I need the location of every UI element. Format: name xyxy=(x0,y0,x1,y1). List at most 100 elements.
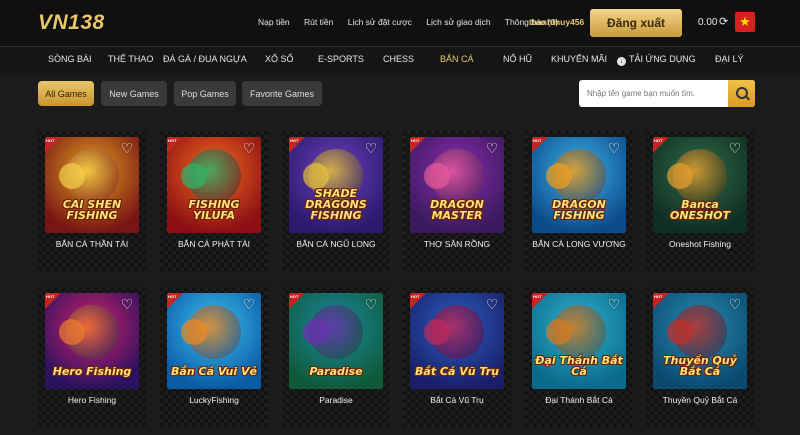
hot-badge-label: HOT xyxy=(290,138,299,143)
search-button[interactable] xyxy=(728,80,755,107)
favorite-heart-icon[interactable]: ♡ xyxy=(120,141,134,155)
game-card[interactable]: Đại Thánh Bắt Cá HOT ♡ Đại Thánh Bắt Cá xyxy=(525,287,633,427)
game-thumbnail[interactable]: Thuyền Quỷ Bắt Cá HOT ♡ xyxy=(653,293,747,389)
favorite-heart-icon[interactable]: ♡ xyxy=(242,141,256,155)
favorite-heart-icon[interactable]: ♡ xyxy=(364,297,378,311)
top-header: VN138 Nạp tiền Rút tiền Lịch sử đặt cược… xyxy=(0,0,800,47)
game-card[interactable]: Hero Fishing HOT ♡ Hero Fishing xyxy=(38,287,146,427)
favorite-heart-icon[interactable]: ♡ xyxy=(364,141,378,155)
favorite-heart-icon[interactable]: ♡ xyxy=(485,141,499,155)
game-decor-art xyxy=(59,319,85,345)
hot-badge-label: HOT xyxy=(46,294,55,299)
favorite-heart-icon[interactable]: ♡ xyxy=(607,297,621,311)
nav-lottery[interactable]: XỔ SỐ xyxy=(265,54,294,64)
favorite-heart-icon[interactable]: ♡ xyxy=(242,297,256,311)
game-decor-art xyxy=(303,163,329,189)
game-card[interactable]: Bắt Cá Vũ Trụ HOT ♡ Bắt Cá Vũ Trụ xyxy=(403,287,511,427)
game-thumbnail[interactable]: Bắn Cá Vui Vẻ HOT ♡ xyxy=(167,293,261,389)
balance-amount: 0.00 xyxy=(698,17,718,28)
game-logo-text: Paradise xyxy=(309,365,363,378)
favorite-heart-icon[interactable]: ♡ xyxy=(607,141,621,155)
nav-casino[interactable]: SÒNG BÀI xyxy=(48,54,92,64)
game-decor-art xyxy=(546,163,572,189)
game-thumbnail[interactable]: CAI SHEN FISHING HOT ♡ xyxy=(45,137,139,233)
game-card[interactable]: DRAGON MASTER HOT ♡ THỢ SĂN RỒNG xyxy=(403,131,511,271)
nav-promotions[interactable]: KHUYẾN MÃI xyxy=(551,54,607,64)
hot-badge-label: HOT xyxy=(411,294,420,299)
game-name: BẮN CÁ PHÁT TÀI xyxy=(178,239,250,249)
game-card[interactable]: CAI SHEN FISHING HOT ♡ BẮN CÁ THẦN TÀI xyxy=(38,131,146,271)
filter-all-games[interactable]: All Games xyxy=(38,81,94,106)
game-thumbnail[interactable]: Đại Thánh Bắt Cá HOT ♡ xyxy=(532,293,626,389)
filter-favorite-games[interactable]: Favorite Games xyxy=(242,81,322,106)
game-name: Thuyền Quỷ Bắt Cá xyxy=(662,395,738,405)
game-name: Bắt Cá Vũ Trụ xyxy=(430,395,484,405)
game-logo-text: Đại Thánh Bắt Cá xyxy=(535,354,623,378)
game-thumbnail[interactable]: SHADE DRAGONS FISHING HOT ♡ xyxy=(289,137,383,233)
game-card[interactable]: Thuyền Quỷ Bắt Cá HOT ♡ Thuyền Quỷ Bắt Cá xyxy=(646,287,754,427)
refresh-icon[interactable]: ⟳ xyxy=(719,15,728,28)
game-name: LuckyFishing xyxy=(189,395,239,405)
game-search xyxy=(579,80,755,107)
filter-pop-games[interactable]: Pop Games xyxy=(174,81,236,106)
game-decor-art xyxy=(546,319,572,345)
search-input[interactable] xyxy=(587,80,727,107)
game-thumbnail[interactable]: Bắt Cá Vũ Trụ HOT ♡ xyxy=(410,293,504,389)
nav-esports[interactable]: E-SPORTS xyxy=(318,54,364,64)
nav-cockfight-racing[interactable]: ĐÁ GÀ / ĐUA NGỰA xyxy=(163,54,247,64)
game-thumbnail[interactable]: DRAGON MASTER HOT ♡ xyxy=(410,137,504,233)
account-links: Nạp tiền Rút tiền Lịch sử đặt cược Lịch … xyxy=(258,17,570,27)
filter-new-games[interactable]: New Games xyxy=(101,81,167,106)
game-card[interactable]: Banca ONESHOT HOT ♡ Oneshot Fishing xyxy=(646,131,754,271)
nav-download-app[interactable]: ↓ TẢI ỨNG DỤNG xyxy=(617,54,696,66)
hot-badge-label: HOT xyxy=(168,294,177,299)
deposit-link[interactable]: Nạp tiền xyxy=(258,17,290,27)
game-logo-text: Bắn Cá Vui Vẻ xyxy=(171,365,257,378)
site-logo[interactable]: VN138 xyxy=(38,11,105,35)
game-thumbnail[interactable]: Paradise HOT ♡ xyxy=(289,293,383,389)
nav-slots[interactable]: NỔ HŨ xyxy=(503,54,532,64)
game-decor-art xyxy=(181,163,207,189)
nav-fishing[interactable]: BẮN CÁ xyxy=(440,54,474,64)
username[interactable]: thanhthuy456 xyxy=(529,17,584,27)
favorite-heart-icon[interactable]: ♡ xyxy=(728,297,742,311)
game-name: Hero Fishing xyxy=(67,395,117,405)
game-thumbnail[interactable]: FISHING YILUFA HOT ♡ xyxy=(167,137,261,233)
game-decor-art xyxy=(667,163,693,189)
main-nav: SÒNG BÀI THỂ THAO ĐÁ GÀ / ĐUA NGỰA XỔ SỐ… xyxy=(0,47,800,73)
game-card[interactable]: FISHING YILUFA HOT ♡ BẮN CÁ PHÁT TÀI xyxy=(160,131,268,271)
game-thumbnail[interactable]: Hero Fishing HOT ♡ xyxy=(45,293,139,389)
game-card[interactable]: Paradise HOT ♡ Paradise xyxy=(282,287,390,427)
favorite-heart-icon[interactable]: ♡ xyxy=(728,141,742,155)
transaction-history-link[interactable]: Lịch sử giao dịch xyxy=(426,17,490,27)
game-logo-text: DRAGON FISHING xyxy=(552,198,606,222)
game-logo-text: SHADE DRAGONS FISHING xyxy=(305,187,367,222)
game-logo-text: Hero Fishing xyxy=(52,365,132,378)
nav-download-label: TẢI ỨNG DỤNG xyxy=(629,54,696,64)
nav-chess[interactable]: CHESS xyxy=(383,54,414,64)
game-card[interactable]: Bắn Cá Vui Vẻ HOT ♡ LuckyFishing xyxy=(160,287,268,427)
game-decor-art xyxy=(424,319,450,345)
vietnam-flag-icon[interactable]: ★ xyxy=(735,12,755,32)
game-logo-text: CAI SHEN FISHING xyxy=(62,198,122,222)
download-icon: ↓ xyxy=(617,57,626,66)
game-decor-art xyxy=(59,163,85,189)
game-thumbnail[interactable]: DRAGON FISHING HOT ♡ xyxy=(532,137,626,233)
hot-badge-label: HOT xyxy=(533,294,542,299)
hot-badge-label: HOT xyxy=(654,294,663,299)
game-name: BẮN CÁ LONG VƯƠNG xyxy=(532,239,626,249)
favorite-heart-icon[interactable]: ♡ xyxy=(485,297,499,311)
withdraw-link[interactable]: Rút tiền xyxy=(304,17,333,27)
game-card[interactable]: DRAGON FISHING HOT ♡ BẮN CÁ LONG VƯƠNG xyxy=(525,131,633,271)
hot-badge-label: HOT xyxy=(411,138,420,143)
logout-button[interactable]: Đăng xuất xyxy=(590,9,682,37)
game-logo-text: FISHING YILUFA xyxy=(188,198,240,222)
bet-history-link[interactable]: Lịch sử đặt cược xyxy=(348,17,412,27)
nav-agent[interactable]: ĐẠI LÝ xyxy=(715,54,744,64)
favorite-heart-icon[interactable]: ♡ xyxy=(120,297,134,311)
game-name: Oneshot Fishing xyxy=(669,239,731,249)
game-name: THỢ SĂN RỒNG xyxy=(423,239,491,249)
game-card[interactable]: SHADE DRAGONS FISHING HOT ♡ BẮN CÁ NGŨ LONG xyxy=(282,131,390,271)
nav-sports[interactable]: THỂ THAO xyxy=(108,54,153,64)
game-thumbnail[interactable]: Banca ONESHOT HOT ♡ xyxy=(653,137,747,233)
